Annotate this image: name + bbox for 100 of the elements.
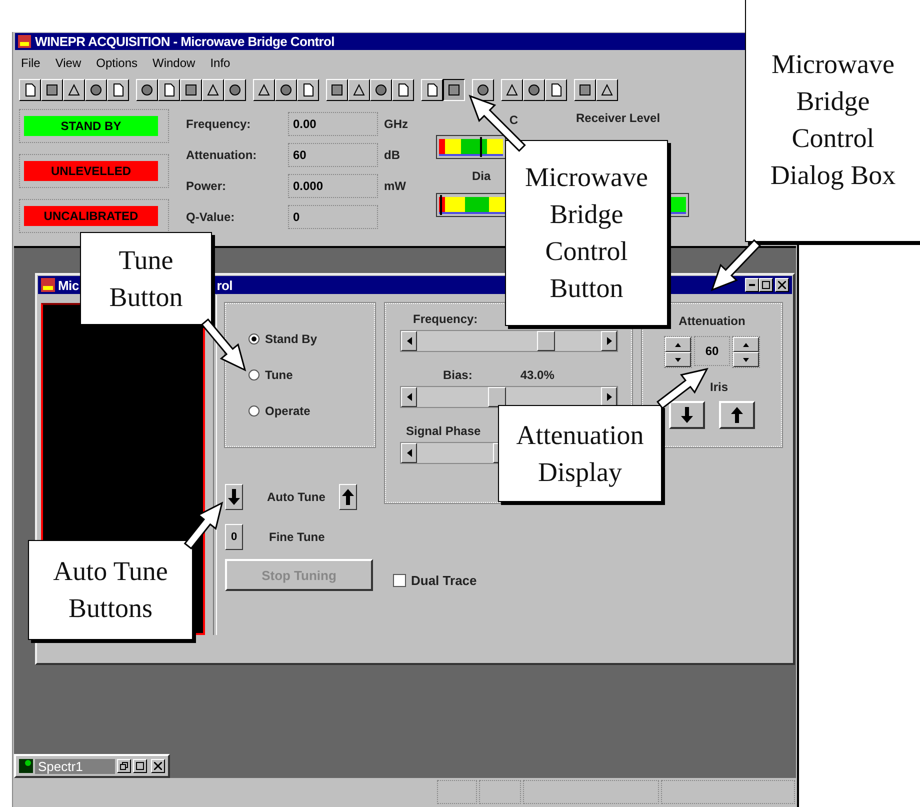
spin-up-button[interactable] bbox=[733, 337, 759, 352]
tool-icon bbox=[505, 83, 519, 97]
menu-item[interactable]: Window bbox=[152, 56, 196, 72]
readout-unit: GHz bbox=[384, 117, 409, 131]
up-arrow-icon bbox=[731, 407, 743, 423]
slider-right-button[interactable] bbox=[601, 387, 617, 407]
down-arrow-icon bbox=[681, 407, 693, 423]
tool-icon bbox=[600, 83, 614, 97]
minimize-icon bbox=[749, 284, 755, 286]
slider-label: Signal Phase bbox=[406, 424, 481, 438]
left-arrow-icon bbox=[406, 449, 412, 457]
radio-button[interactable] bbox=[248, 333, 260, 345]
down-triangle-icon bbox=[743, 358, 749, 362]
auto-tune-down-button[interactable] bbox=[225, 484, 243, 510]
left-arrow-icon bbox=[406, 393, 412, 401]
readout-value: 0 bbox=[288, 205, 378, 229]
slider-left-button[interactable] bbox=[401, 331, 417, 351]
tool-icon bbox=[425, 83, 439, 97]
close-button[interactable] bbox=[151, 759, 165, 773]
menu-item[interactable]: File bbox=[21, 56, 40, 72]
slider[interactable] bbox=[400, 386, 618, 408]
tool-icon bbox=[89, 83, 103, 97]
tool-icon bbox=[45, 83, 59, 97]
fine-tune-label: Fine Tune bbox=[269, 530, 325, 544]
toolbar-button[interactable] bbox=[443, 79, 465, 101]
slider[interactable] bbox=[400, 330, 618, 352]
tool-icon bbox=[206, 83, 220, 97]
menu-item[interactable]: Info bbox=[210, 56, 230, 72]
right-arrow-icon bbox=[606, 393, 612, 401]
tool-icon bbox=[279, 83, 293, 97]
readout-label: Power: bbox=[186, 179, 228, 193]
readout-unit: mW bbox=[384, 179, 407, 193]
restore-icon bbox=[120, 762, 128, 770]
meter-label: Dia bbox=[472, 169, 491, 183]
callout-arrow bbox=[656, 368, 708, 410]
readout-value: 60 bbox=[288, 143, 378, 167]
left-arrow-icon bbox=[406, 337, 412, 345]
tool-icon bbox=[228, 83, 242, 97]
tool-icon bbox=[527, 83, 541, 97]
attenuation-value: 60 bbox=[694, 336, 730, 366]
slider-label: Bias: bbox=[443, 368, 472, 382]
callout-tooltip: Auto Tune Buttons bbox=[28, 540, 193, 640]
slider-thumb[interactable] bbox=[536, 331, 555, 351]
close-button[interactable] bbox=[775, 278, 789, 292]
close-icon bbox=[154, 762, 162, 770]
readout-value: 0.000 bbox=[288, 174, 378, 198]
spin-up-button[interactable] bbox=[665, 337, 691, 352]
tool-icon bbox=[447, 83, 461, 97]
tool-icon bbox=[578, 83, 592, 97]
spin-down-button[interactable] bbox=[665, 352, 691, 367]
tool-icon bbox=[140, 83, 154, 97]
app-icon bbox=[41, 278, 55, 292]
restore-button[interactable] bbox=[117, 759, 131, 773]
maximize-icon bbox=[762, 281, 770, 289]
tool-icon bbox=[374, 83, 388, 97]
tool-icon bbox=[330, 83, 344, 97]
right-arrow-icon bbox=[606, 337, 612, 345]
spin-down-button[interactable] bbox=[733, 352, 759, 367]
iris-down-button[interactable] bbox=[669, 401, 705, 429]
menu-item[interactable]: View bbox=[55, 56, 82, 72]
window-title: WINEPR ACQUISITION - Microwave Bridge Control bbox=[35, 34, 334, 49]
callout-arrow bbox=[468, 94, 526, 152]
up-arrow-icon bbox=[342, 489, 354, 505]
slider-left-button[interactable] bbox=[401, 387, 417, 407]
up-triangle-icon bbox=[675, 342, 681, 346]
down-triangle-icon bbox=[675, 358, 681, 362]
radio-button[interactable] bbox=[248, 369, 260, 381]
slider-reading: 43.0% bbox=[520, 368, 554, 382]
tool-icon bbox=[23, 83, 37, 97]
menu-item[interactable]: Options bbox=[96, 56, 138, 72]
minimize-button[interactable] bbox=[745, 278, 759, 292]
callout-tooltip: Attenuation Display bbox=[498, 405, 662, 502]
slider-right-button[interactable] bbox=[601, 331, 617, 351]
readout-label: Frequency: bbox=[186, 117, 252, 131]
dialog-title: Mic bbox=[58, 278, 79, 292]
app-icon bbox=[19, 759, 33, 773]
minimized-window[interactable]: Spectr1 bbox=[14, 754, 170, 778]
radio-button[interactable] bbox=[248, 405, 260, 417]
meter-label: C bbox=[509, 113, 518, 127]
checkbox[interactable] bbox=[393, 574, 406, 587]
status-panel bbox=[479, 780, 521, 804]
callout-tooltip: Tune Button bbox=[80, 232, 212, 325]
tool-icon bbox=[162, 83, 176, 97]
slider-label: Frequency: bbox=[413, 312, 478, 326]
level-meter bbox=[436, 135, 506, 159]
auto-tune-up-button[interactable] bbox=[339, 484, 358, 510]
radio-label: Operate bbox=[265, 404, 310, 418]
status-panel bbox=[437, 780, 477, 804]
tool-icon bbox=[257, 83, 271, 97]
slider-left-button[interactable] bbox=[401, 443, 417, 463]
tool-icon bbox=[396, 83, 410, 97]
maximize-button[interactable] bbox=[133, 759, 147, 773]
slider-thumb[interactable] bbox=[488, 387, 506, 407]
fine-tune-button[interactable]: 0 bbox=[225, 524, 243, 550]
checkbox-label: Dual Trace bbox=[411, 573, 477, 588]
auto-tune-label: Auto Tune bbox=[267, 490, 326, 504]
maximize-button[interactable] bbox=[759, 278, 773, 292]
radio-label: Tune bbox=[265, 368, 293, 382]
iris-up-button[interactable] bbox=[719, 401, 755, 429]
attenuation-label: Attenuation bbox=[678, 314, 746, 328]
